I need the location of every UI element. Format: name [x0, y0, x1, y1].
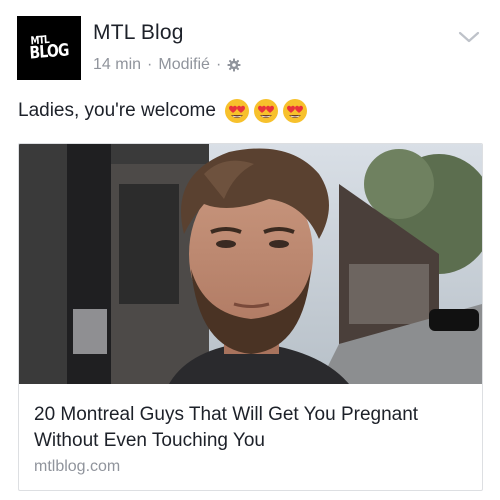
page-name-link[interactable]: MTL Blog: [93, 21, 241, 45]
post-timestamp[interactable]: 14 min: [93, 56, 141, 74]
post-message-text: Ladies, you're welcome: [18, 100, 216, 121]
heart-eyes-emoji: [224, 99, 249, 123]
heart-eyes-emoji: [253, 99, 278, 123]
mtl-blog-logo: MTL BLOG: [29, 33, 70, 64]
emoji-group: [224, 98, 308, 124]
facebook-post: MTL BLOG MTL Blog 14 min · Modifié · Lad…: [0, 0, 500, 500]
edited-label[interactable]: Modifié: [158, 56, 210, 74]
meta-separator: ·: [215, 56, 222, 73]
gear-icon[interactable]: [227, 58, 241, 72]
link-preview-card[interactable]: 20 Montreal Guys That Will Get You Pregn…: [18, 143, 483, 491]
page-avatar[interactable]: MTL BLOG: [17, 16, 81, 80]
link-title[interactable]: 20 Montreal Guys That Will Get You Pregn…: [34, 402, 474, 454]
link-domain: mtlblog.com: [34, 458, 121, 475]
meta-separator: ·: [147, 56, 153, 73]
logo-line-2: BLOG: [29, 40, 70, 64]
post-meta: 14 min · Modifié ·: [93, 56, 241, 74]
post-message: Ladies, you're welcome: [18, 98, 308, 124]
chevron-down-icon[interactable]: [458, 30, 480, 44]
heart-eyes-emoji: [282, 99, 307, 123]
link-preview-body[interactable]: 20 Montreal Guys That Will Get You Pregn…: [34, 402, 474, 476]
post-header: MTL Blog 14 min · Modifié ·: [93, 21, 241, 74]
link-preview-image[interactable]: [19, 144, 482, 384]
